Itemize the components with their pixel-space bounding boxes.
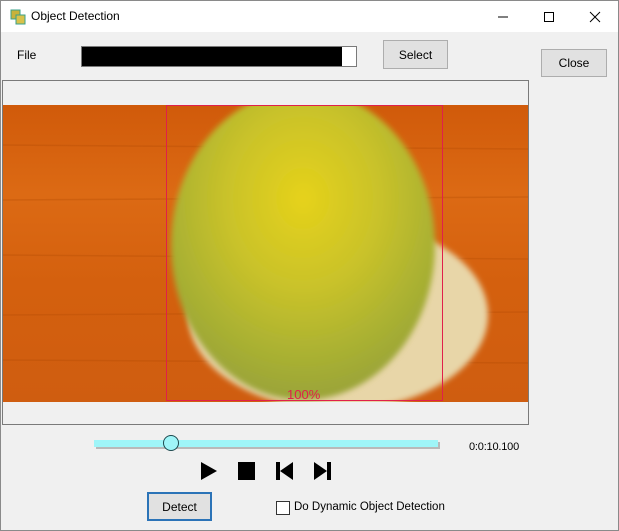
- title-bar[interactable]: Object Detection: [1, 1, 618, 32]
- minimize-button[interactable]: [480, 1, 526, 32]
- maximize-icon: [544, 11, 554, 22]
- stop-icon[interactable]: [237, 461, 257, 481]
- slider-track[interactable]: [94, 440, 438, 447]
- close-window-button[interactable]: [572, 1, 618, 32]
- object-detection-window: Object Detection File Select Close 100% …: [0, 0, 619, 531]
- play-icon[interactable]: [199, 461, 219, 481]
- skip-back-icon[interactable]: [275, 461, 295, 481]
- detection-bounding-box: [166, 105, 443, 401]
- minimize-icon: [498, 16, 508, 17]
- dynamic-detection-checkbox[interactable]: [276, 501, 290, 515]
- playback-slider[interactable]: [94, 435, 440, 451]
- slider-thumb[interactable]: [163, 435, 180, 451]
- detect-button[interactable]: Detect: [147, 492, 212, 521]
- maximize-button[interactable]: [526, 1, 572, 32]
- detection-confidence-label: 100%: [287, 387, 321, 402]
- file-path-bar-fill: [82, 47, 343, 66]
- file-label: File: [17, 48, 37, 62]
- app-icon: [10, 9, 26, 25]
- close-icon: [589, 11, 601, 22]
- close-button[interactable]: Close: [541, 49, 607, 77]
- window-title: Object Detection: [31, 9, 120, 23]
- playback-time: 0:0:10.100: [469, 441, 519, 453]
- skip-forward-icon[interactable]: [313, 461, 333, 481]
- file-path-bar: [81, 46, 357, 67]
- dynamic-detection-label[interactable]: Do Dynamic Object Detection: [294, 501, 445, 513]
- select-button[interactable]: Select: [383, 40, 448, 69]
